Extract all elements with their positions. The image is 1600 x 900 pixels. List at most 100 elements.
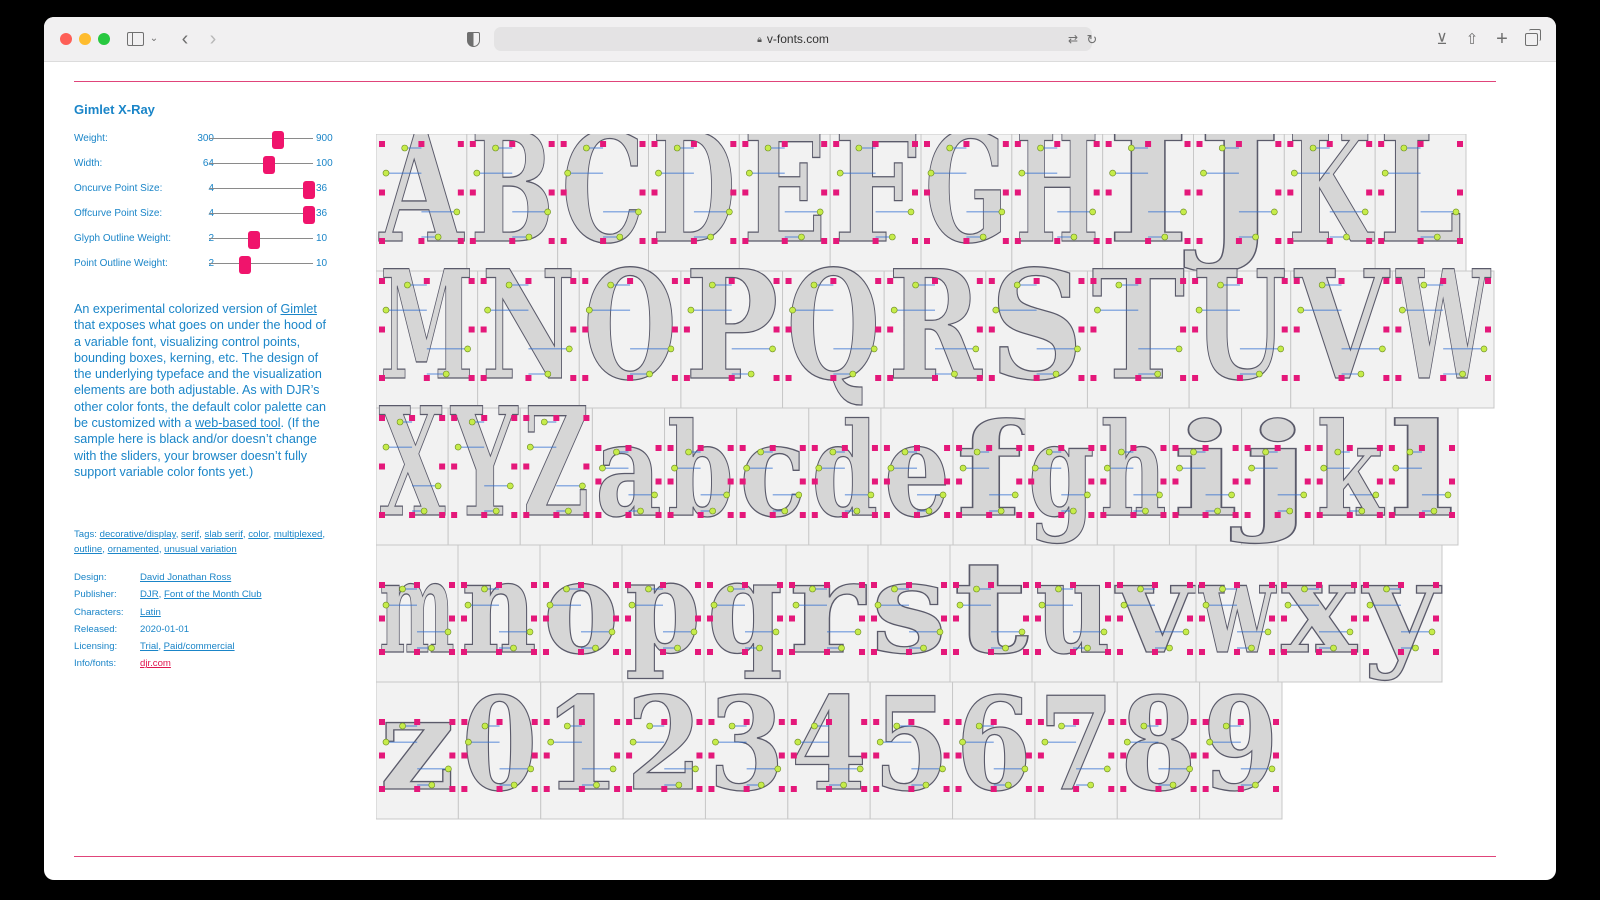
oncurve-point [696, 752, 703, 759]
offcurve-point [382, 169, 390, 177]
offcurve-point [585, 306, 593, 314]
oncurve-point [578, 649, 584, 655]
offcurve-point [1123, 738, 1131, 746]
glyph-cell: 1 [540, 669, 624, 821]
oncurve-point [414, 582, 420, 588]
tag-link[interactable]: serif [181, 529, 199, 540]
offcurve-point [1169, 781, 1177, 789]
oncurve-point [707, 615, 713, 622]
back-icon[interactable]: ‹ [176, 27, 194, 51]
slider-thumb[interactable] [247, 231, 260, 249]
oncurve-point [468, 326, 475, 333]
tag-link[interactable]: outline [74, 544, 102, 555]
slider-label: Glyph Outline Weight: [74, 233, 172, 244]
slider-thumb[interactable] [302, 206, 315, 224]
glyph-cell: O [578, 237, 682, 415]
privacy-shield-icon[interactable] [464, 27, 482, 51]
oncurve-point [525, 278, 532, 284]
oncurve-point [833, 189, 840, 196]
slider-thumb[interactable] [271, 131, 284, 149]
tag-separator: , [322, 529, 326, 540]
oncurve-point [739, 512, 746, 518]
offcurve-point [907, 208, 915, 216]
meta-link[interactable]: Latin [140, 607, 161, 618]
glyph-cell: i [1168, 395, 1243, 547]
slider-thumb[interactable] [302, 181, 315, 199]
close-window-button[interactable] [60, 33, 72, 45]
offcurve-point [564, 169, 571, 177]
slider-thumb[interactable] [263, 156, 276, 174]
meta-link[interactable]: Font of the Month Club [164, 589, 262, 600]
glyph-cell: 8 [1116, 669, 1201, 821]
address-bar[interactable]: 🔒︎ v-fonts.com [494, 27, 1092, 51]
slider-track[interactable] [209, 206, 315, 224]
oncurve-point [697, 445, 704, 451]
oncurve-point [1351, 649, 1357, 655]
oncurve-point [583, 463, 590, 470]
slider-track[interactable] [209, 256, 313, 274]
oncurve-point [1287, 238, 1294, 244]
oncurve-point [449, 582, 455, 588]
offcurve-point [1300, 491, 1308, 499]
glyph-letter: X [379, 375, 446, 551]
oncurve-point [1395, 326, 1402, 333]
offcurve-point [608, 628, 616, 636]
oncurve-point [944, 445, 951, 451]
offcurve-point [1186, 765, 1193, 773]
sidebar-toggle-icon[interactable] [124, 27, 146, 51]
glyph-cell: x [1277, 532, 1361, 684]
tab-overview-icon[interactable] [1520, 27, 1542, 51]
oncurve-point [956, 512, 963, 518]
oncurve-point [976, 326, 983, 333]
offcurve-point [1284, 601, 1292, 609]
tag-link[interactable]: slab serif [205, 529, 243, 540]
offcurve-point [756, 644, 763, 652]
oncurve-point [451, 415, 458, 421]
chevron-down-icon[interactable]: ⌄ [148, 27, 160, 51]
new-tab-icon[interactable]: + [1492, 27, 1512, 51]
oncurve-point [1120, 719, 1127, 725]
slider-row: Weight: 300 900 [74, 130, 344, 149]
oncurve-point [626, 752, 633, 759]
oncurve-point [1378, 189, 1385, 196]
offcurve-point [599, 464, 606, 472]
offcurve-point [997, 507, 1005, 515]
reload-icon[interactable]: ↻ [1084, 27, 1100, 51]
meta-link[interactable]: Trial [140, 641, 158, 652]
oncurve-point [1028, 512, 1035, 518]
gimlet-link[interactable]: Gimlet [281, 302, 317, 316]
slider-track[interactable] [209, 131, 313, 149]
oncurve-point [671, 326, 678, 333]
tag-link[interactable]: unusual variation [164, 544, 237, 555]
glyph-letter: 1 [544, 670, 620, 820]
tag-link[interactable]: decorative/display [100, 529, 176, 540]
oncurve-point [1108, 719, 1115, 725]
minimize-window-button[interactable] [79, 33, 91, 45]
meta-link[interactable]: David Jonathan Ross [140, 572, 231, 583]
web-based-tool-link[interactable]: web-based tool [195, 416, 280, 430]
oncurve-point [743, 786, 750, 792]
oncurve-point [511, 512, 518, 518]
tag-link[interactable]: ornamented [108, 544, 159, 555]
offcurve-point [646, 370, 653, 378]
oncurve-point [1025, 719, 1032, 725]
download-icon[interactable]: ⊻ [1432, 27, 1452, 51]
slider-label: Oncurve Point Size: [74, 183, 163, 194]
share-icon[interactable]: ⇧ [1462, 27, 1482, 51]
slider-track[interactable] [209, 231, 313, 249]
meta-link[interactable]: DJR [140, 589, 159, 600]
tag-link[interactable]: color [248, 529, 268, 540]
slider-track[interactable] [209, 181, 315, 199]
meta-link[interactable]: Paid/commercial [164, 641, 235, 652]
meta-link[interactable]: djr.com [140, 658, 171, 669]
oncurve-point [1196, 141, 1203, 147]
oncurve-point [1281, 326, 1288, 333]
tag-link[interactable]: multiplexed [274, 529, 323, 540]
offcurve-point [1392, 464, 1400, 472]
translate-icon[interactable]: ⇄ [1064, 27, 1082, 51]
slider-track[interactable] [209, 156, 313, 174]
forward-icon[interactable]: › [204, 27, 222, 51]
oncurve-point [1449, 445, 1455, 451]
slider-thumb[interactable] [239, 256, 252, 274]
zoom-window-button[interactable] [98, 33, 110, 45]
